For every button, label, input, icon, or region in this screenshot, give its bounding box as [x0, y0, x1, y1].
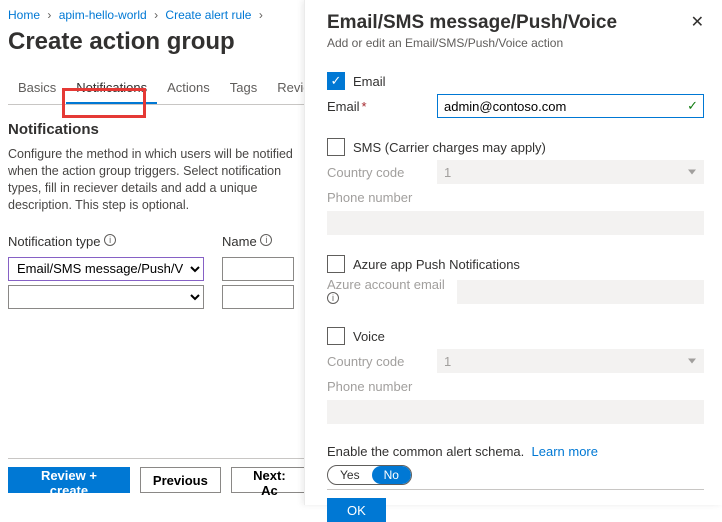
email-checkbox[interactable] [327, 72, 345, 90]
sms-checkbox-label: SMS (Carrier charges may apply) [353, 140, 546, 155]
push-email-label: Azure account email i [327, 277, 457, 307]
crumb-apim[interactable]: apim-hello-world [59, 8, 147, 22]
schema-toggle[interactable]: Yes No [327, 465, 412, 485]
sms-country-code-select[interactable] [437, 160, 704, 184]
info-icon[interactable]: i [104, 234, 116, 246]
check-icon: ✓ [687, 98, 698, 114]
notification-name-input-1[interactable] [222, 285, 294, 309]
info-icon[interactable]: i [260, 234, 272, 246]
email-checkbox-label: Email [353, 74, 386, 89]
previous-button[interactable]: Previous [140, 467, 221, 493]
section-description: Configure the method in which users will… [8, 146, 308, 214]
voice-phone-input[interactable] [327, 400, 704, 424]
tab-notifications[interactable]: Notifications [66, 74, 157, 104]
learn-more-link[interactable]: Learn more [532, 444, 598, 459]
breadcrumb: Home › apim-hello-world › Create alert r… [8, 8, 308, 22]
voice-checkbox-label: Voice [353, 329, 385, 344]
country-code-label: Country code [327, 354, 437, 369]
panel-subtitle: Add or edit an Email/SMS/Push/Voice acti… [327, 36, 617, 50]
review-create-button[interactable]: Review + create [8, 467, 130, 493]
voice-checkbox[interactable] [327, 327, 345, 345]
col-header-type: Notification type i [8, 234, 204, 249]
tab-strip: Basics Notifications Actions Tags Revie [8, 74, 308, 105]
chevron-right-icon: › [154, 8, 158, 22]
chevron-right-icon: › [47, 8, 51, 22]
toggle-no[interactable]: No [372, 466, 411, 484]
push-checkbox[interactable] [327, 255, 345, 273]
notification-type-select-0[interactable]: Email/SMS message/Push/Voice [8, 257, 204, 281]
email-field[interactable] [437, 94, 704, 118]
voice-country-code-select[interactable] [437, 349, 704, 373]
ok-button[interactable]: OK [327, 498, 386, 522]
panel-title: Email/SMS message/Push/Voice [327, 12, 617, 34]
push-email-input[interactable] [457, 280, 704, 304]
push-checkbox-label: Azure app Push Notifications [353, 257, 520, 272]
crumb-rule[interactable]: Create alert rule [165, 8, 251, 22]
phone-label: Phone number [327, 190, 437, 205]
info-icon[interactable]: i [327, 292, 339, 304]
phone-label: Phone number [327, 379, 437, 394]
crumb-home[interactable]: Home [8, 8, 40, 22]
sms-checkbox[interactable] [327, 138, 345, 156]
next-button[interactable]: Next: Ac [231, 467, 308, 493]
close-icon[interactable]: ✕ [691, 12, 704, 32]
side-panel: Email/SMS message/Push/Voice Add or edit… [304, 0, 722, 505]
tab-tags[interactable]: Tags [220, 74, 267, 104]
country-code-label: Country code [327, 165, 437, 180]
chevron-right-icon: › [259, 8, 263, 22]
col-header-name: Name i [222, 234, 294, 249]
sms-phone-input[interactable] [327, 211, 704, 235]
tab-basics[interactable]: Basics [8, 74, 66, 104]
page-title: Create action group [8, 28, 308, 56]
toggle-yes[interactable]: Yes [328, 466, 372, 484]
email-field-label: Email* [327, 99, 437, 114]
footer-buttons: Review + create Previous Next: Ac [8, 458, 308, 493]
notification-name-input-0[interactable] [222, 257, 294, 281]
section-heading: Notifications [8, 121, 308, 138]
schema-text: Enable the common alert schema. Learn mo… [327, 444, 704, 459]
tab-actions[interactable]: Actions [157, 74, 220, 104]
notification-type-select-1[interactable] [8, 285, 204, 309]
